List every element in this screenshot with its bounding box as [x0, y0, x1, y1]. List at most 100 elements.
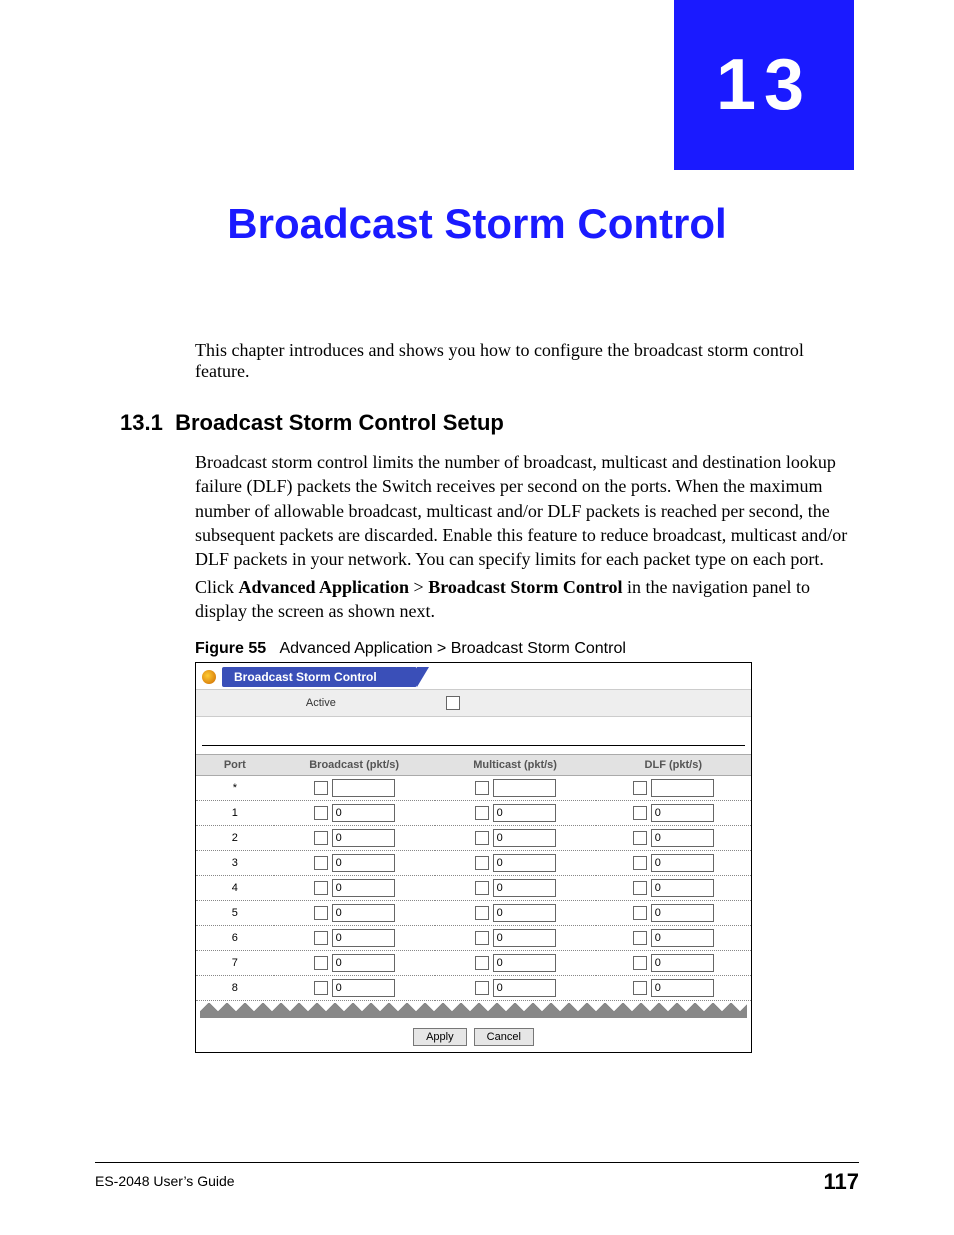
multicast-input[interactable]: [493, 779, 556, 797]
multicast-checkbox[interactable]: [475, 781, 489, 795]
section-paragraph-1: Broadcast storm control limits the numbe…: [195, 450, 854, 571]
broadcast-input[interactable]: 0: [332, 904, 395, 922]
dlf-input[interactable]: 0: [651, 879, 714, 897]
multicast-checkbox[interactable]: [475, 806, 489, 820]
broadcast-checkbox[interactable]: [314, 981, 328, 995]
screenshot-title-row: Broadcast Storm Control: [196, 663, 751, 689]
table-row: 5 0 0 0: [196, 901, 751, 926]
broadcast-checkbox[interactable]: [314, 856, 328, 870]
multicast-input[interactable]: 0: [493, 829, 556, 847]
col-port: Port: [196, 755, 274, 776]
broadcast-input[interactable]: 0: [332, 879, 395, 897]
button-row: Apply Cancel: [196, 1018, 751, 1052]
multicast-input[interactable]: 0: [493, 954, 556, 972]
footer-guide-name: ES-2048 User’s Guide: [95, 1173, 235, 1189]
multicast-input[interactable]: 0: [493, 929, 556, 947]
separator: [202, 717, 745, 746]
footer-divider: [95, 1162, 859, 1163]
table-header-row: Port Broadcast (pkt/s) Multicast (pkt/s)…: [196, 755, 751, 776]
figure-screenshot: Broadcast Storm Control Active Port Broa…: [195, 662, 752, 1053]
broadcast-input[interactable]: 0: [332, 929, 395, 947]
dlf-checkbox[interactable]: [633, 981, 647, 995]
table-row: 2 0 0 0: [196, 826, 751, 851]
col-multicast: Multicast (pkt/s): [435, 755, 596, 776]
port-cell: 1: [196, 801, 274, 826]
multicast-checkbox[interactable]: [475, 956, 489, 970]
active-row: Active: [196, 689, 751, 717]
broadcast-checkbox[interactable]: [314, 806, 328, 820]
chapter-intro: This chapter introduces and shows you ho…: [195, 340, 854, 382]
broadcast-checkbox[interactable]: [314, 781, 328, 795]
dlf-input[interactable]: 0: [651, 979, 714, 997]
table-row: 7 0 0 0: [196, 951, 751, 976]
footer-page-number: 117: [824, 1169, 860, 1195]
chapter-number-box: 13: [674, 0, 854, 170]
broadcast-checkbox[interactable]: [314, 956, 328, 970]
dlf-input[interactable]: 0: [651, 904, 714, 922]
dlf-input[interactable]: 0: [651, 954, 714, 972]
multicast-checkbox[interactable]: [475, 906, 489, 920]
multicast-input[interactable]: 0: [493, 904, 556, 922]
dlf-input[interactable]: [651, 779, 714, 797]
multicast-checkbox[interactable]: [475, 981, 489, 995]
table-row: 8 0 0 0: [196, 976, 751, 1001]
multicast-input[interactable]: 0: [493, 879, 556, 897]
multicast-input[interactable]: 0: [493, 979, 556, 997]
broadcast-input[interactable]: 0: [332, 854, 395, 872]
dlf-checkbox[interactable]: [633, 806, 647, 820]
apply-button[interactable]: Apply: [413, 1028, 467, 1046]
port-cell: 6: [196, 926, 274, 951]
orb-icon: [202, 670, 216, 684]
section-heading: 13.1 Broadcast Storm Control Setup: [120, 410, 504, 436]
chapter-title: Broadcast Storm Control: [0, 200, 954, 248]
dlf-input[interactable]: 0: [651, 829, 714, 847]
dlf-input[interactable]: 0: [651, 804, 714, 822]
section-paragraph-2: Click Advanced Application > Broadcast S…: [195, 575, 854, 624]
figure-caption: Figure 55 Advanced Application > Broadca…: [195, 640, 626, 658]
table-row: 1 0 0 0: [196, 801, 751, 826]
port-cell: 3: [196, 851, 274, 876]
figure-label: Figure 55: [195, 640, 266, 657]
section-title: Broadcast Storm Control Setup: [175, 410, 504, 435]
multicast-checkbox[interactable]: [475, 881, 489, 895]
broadcast-input[interactable]: 0: [332, 829, 395, 847]
broadcast-input[interactable]: 0: [332, 804, 395, 822]
dlf-checkbox[interactable]: [633, 906, 647, 920]
dlf-input[interactable]: 0: [651, 854, 714, 872]
port-cell: 8: [196, 976, 274, 1001]
broadcast-checkbox[interactable]: [314, 906, 328, 920]
table-row: 3 0 0 0: [196, 851, 751, 876]
port-cell: 5: [196, 901, 274, 926]
port-cell: 2: [196, 826, 274, 851]
active-label: Active: [196, 697, 446, 709]
multicast-input[interactable]: 0: [493, 804, 556, 822]
dlf-checkbox[interactable]: [633, 881, 647, 895]
multicast-input[interactable]: 0: [493, 854, 556, 872]
dlf-checkbox[interactable]: [633, 931, 647, 945]
col-dlf: DLF (pkt/s): [596, 755, 751, 776]
broadcast-input[interactable]: 0: [332, 954, 395, 972]
col-broadcast: Broadcast (pkt/s): [274, 755, 435, 776]
dlf-checkbox[interactable]: [633, 956, 647, 970]
dlf-checkbox[interactable]: [633, 856, 647, 870]
broadcast-checkbox[interactable]: [314, 881, 328, 895]
table-row: 6 0 0 0: [196, 926, 751, 951]
section-number: 13.1: [120, 410, 163, 435]
broadcast-input[interactable]: [332, 779, 395, 797]
port-cell: 4: [196, 876, 274, 901]
active-checkbox[interactable]: [446, 696, 460, 710]
multicast-checkbox[interactable]: [475, 856, 489, 870]
broadcast-checkbox[interactable]: [314, 931, 328, 945]
multicast-checkbox[interactable]: [475, 831, 489, 845]
broadcast-input[interactable]: 0: [332, 979, 395, 997]
port-cell: *: [196, 776, 274, 801]
figure-caption-text: Advanced Application > Broadcast Storm C…: [279, 640, 625, 657]
cancel-button[interactable]: Cancel: [474, 1028, 534, 1046]
dlf-checkbox[interactable]: [633, 831, 647, 845]
broadcast-checkbox[interactable]: [314, 831, 328, 845]
port-cell: 7: [196, 951, 274, 976]
dlf-input[interactable]: 0: [651, 929, 714, 947]
storm-control-table: Port Broadcast (pkt/s) Multicast (pkt/s)…: [196, 754, 751, 1001]
dlf-checkbox[interactable]: [633, 781, 647, 795]
multicast-checkbox[interactable]: [475, 931, 489, 945]
